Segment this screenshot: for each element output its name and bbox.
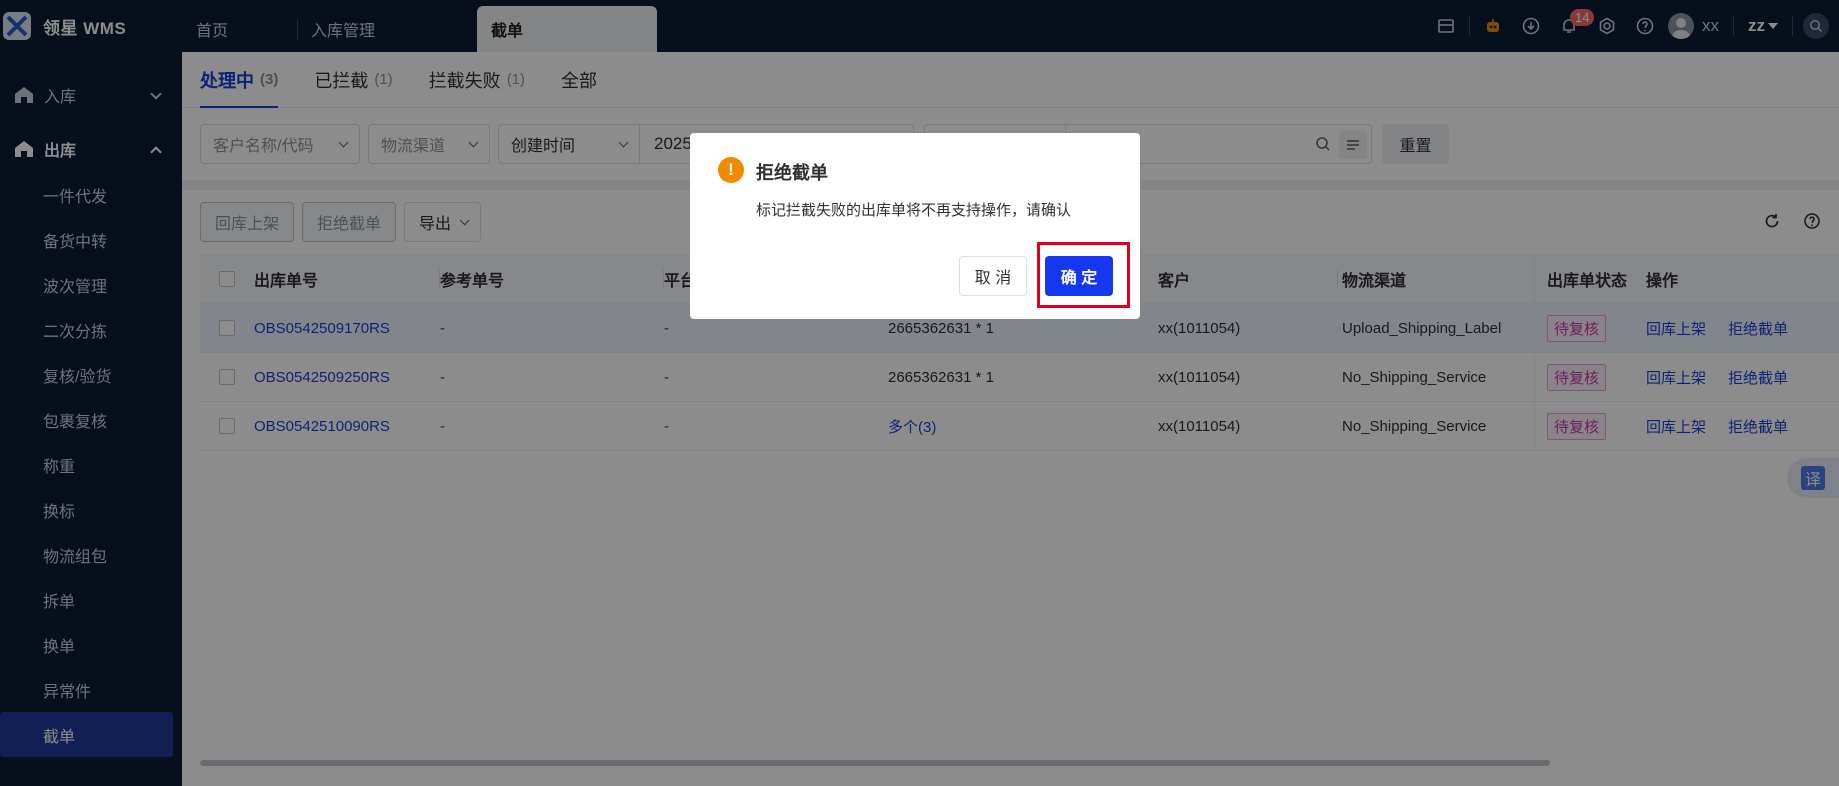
warning-icon: ! [718, 157, 744, 183]
dialog-title: 拒绝截单 [756, 163, 828, 183]
cancel-button[interactable]: 取 消 [959, 256, 1027, 296]
modal-overlay[interactable] [0, 0, 1839, 786]
dialog-message: 标记拦截失败的出库单将不再支持操作，请确认 [756, 202, 1072, 219]
confirm-highlight-box [1037, 242, 1130, 308]
